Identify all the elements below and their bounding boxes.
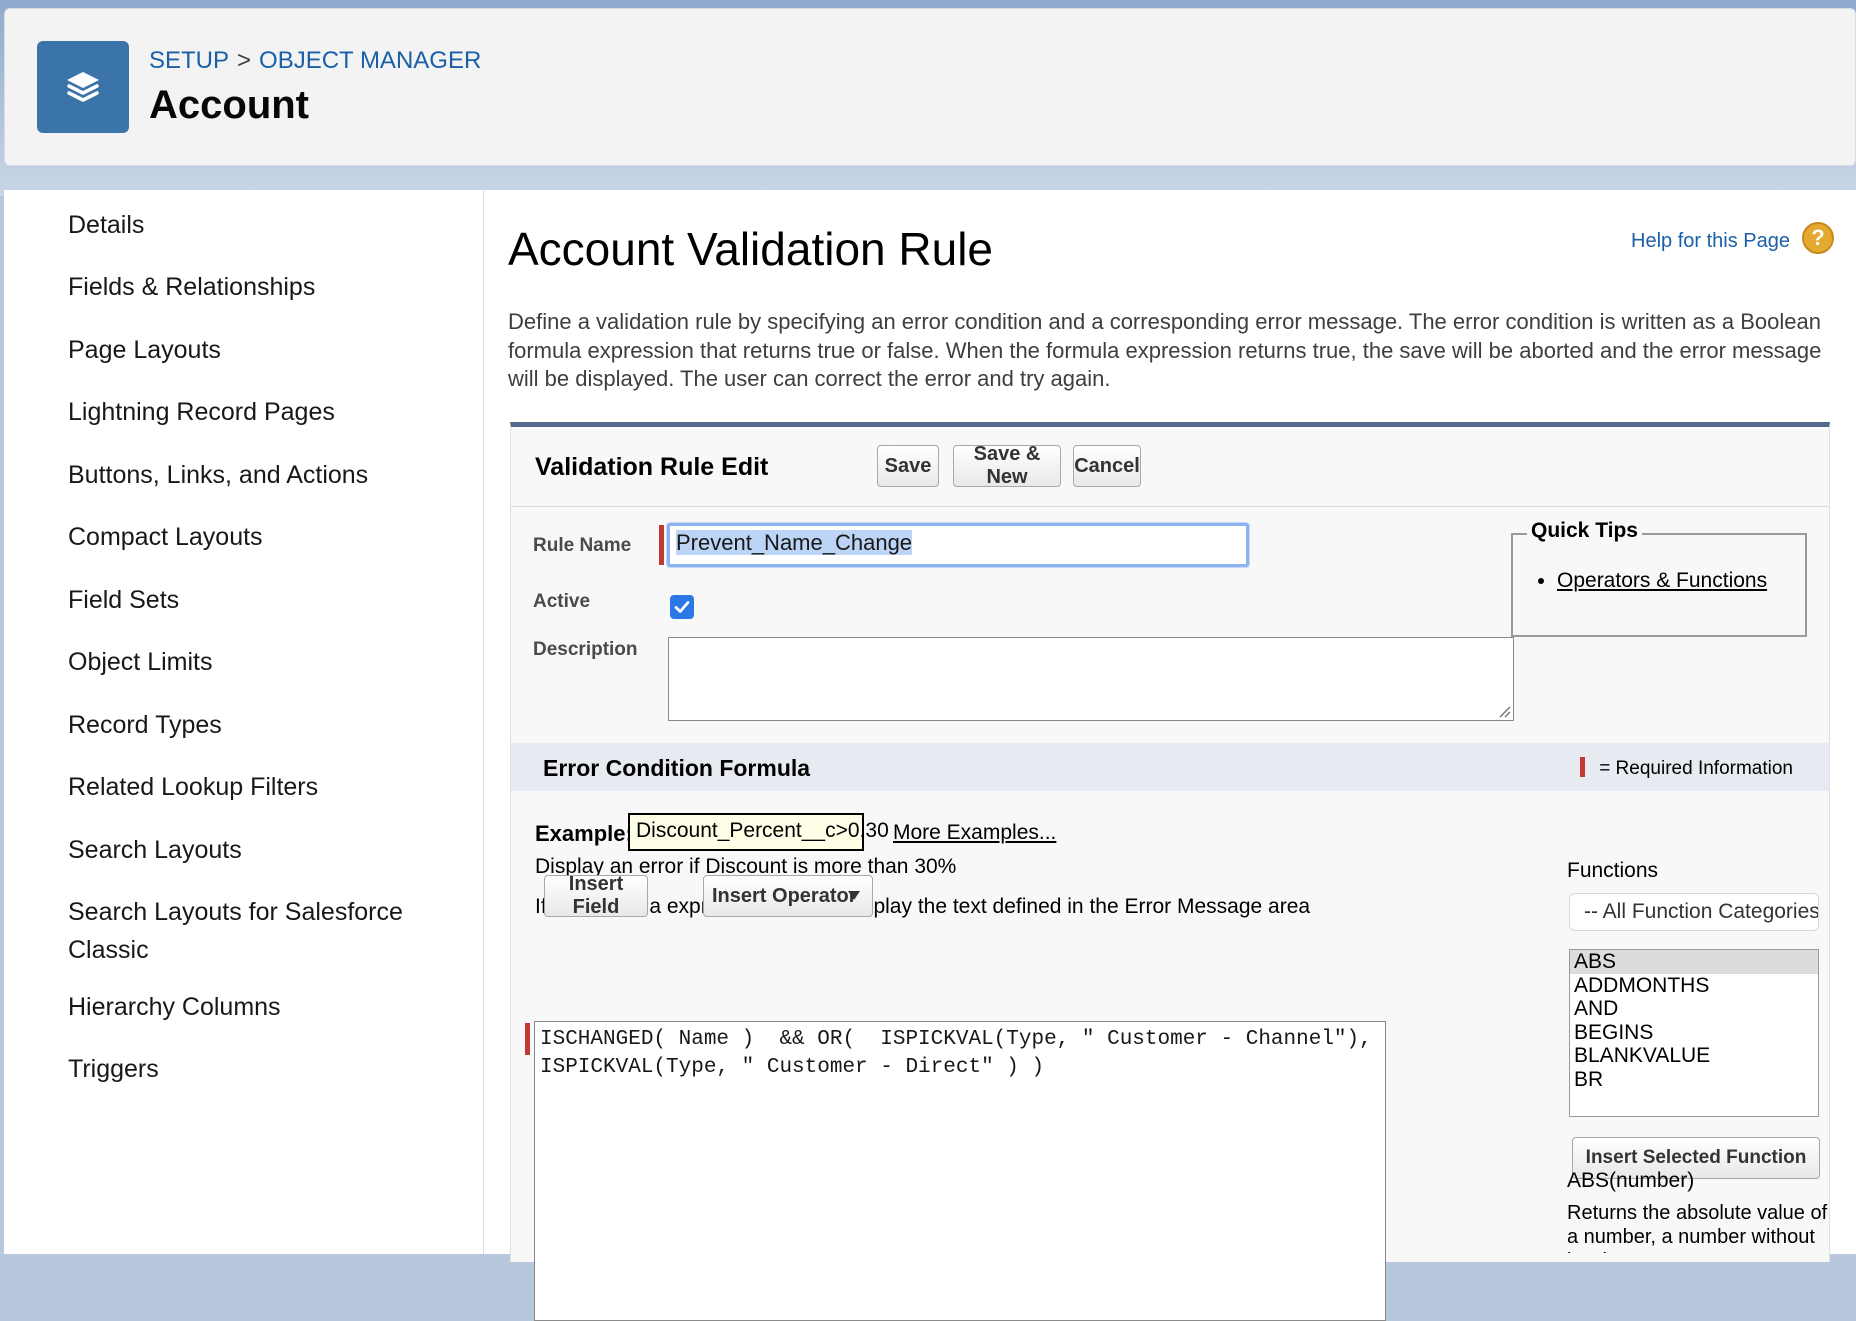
sidebar-item-fields-relationships[interactable]: Fields & Relationships (68, 268, 468, 306)
quick-tip-operators-functions[interactable]: Operators & Functions (1557, 569, 1767, 593)
validation-rule-edit-panel: Validation Rule Edit Save Save & New Can… (510, 422, 1830, 1321)
required-marker (1580, 757, 1586, 777)
panel-title: Validation Rule Edit (535, 453, 769, 481)
formula-hint-end: , display the text defined in the Error … (834, 895, 1311, 918)
required-legend-text: = Required Information (1599, 758, 1793, 779)
example-value: Discount_Percent__c>0.30 (628, 813, 889, 851)
error-condition-section-header: Error Condition Formula = Required Infor… (511, 743, 1829, 791)
rule-name-input[interactable]: Prevent_Name_Change (667, 523, 1249, 567)
quick-tips-title: Quick Tips (1527, 519, 1642, 543)
sidebar: Details Fields & Relationships Page Layo… (4, 190, 484, 1254)
sidebar-item-object-limits[interactable]: Object Limits (68, 643, 468, 681)
help-icon[interactable]: ? (1802, 222, 1834, 254)
function-signature: ABS(number) (1567, 1169, 1695, 1192)
example-label: Example: (535, 821, 633, 846)
page-title: Account Validation Rule (508, 223, 993, 275)
breadcrumb-setup[interactable]: SETUP (149, 47, 229, 74)
breadcrumb-object-manager[interactable]: OBJECT MANAGER (259, 47, 481, 74)
checkmark-icon (674, 601, 690, 613)
layers-icon (37, 41, 129, 133)
sidebar-item-record-types[interactable]: Record Types (68, 706, 468, 744)
section-title: Error Condition Formula (543, 755, 811, 781)
function-description: Returns the absolute value of a number, … (1567, 1202, 1828, 1253)
page-description: Define a validation rule by specifying a… (508, 309, 1822, 391)
resize-handle-icon[interactable] (1497, 704, 1511, 718)
help-link[interactable]: Help for this Page (1631, 230, 1790, 253)
function-category-select[interactable]: -- All Function Categories -- (1569, 893, 1819, 931)
breadcrumb-separator: > (237, 47, 252, 74)
object-title: Account (149, 83, 309, 127)
sidebar-item-lightning-record-pages[interactable]: Lightning Record Pages (68, 393, 468, 431)
insert-operator-button[interactable]: Insert Operator (703, 875, 873, 917)
insert-operator-label: Insert Operator (712, 884, 857, 907)
function-list[interactable]: ABS ADDMONTHS AND BEGINS BLANKVALUE BR (1569, 949, 1819, 1117)
active-label: Active (533, 591, 591, 612)
main-content: Account Validation Rule Help for this Pa… (484, 190, 1856, 1321)
function-option[interactable]: ADDMONTHS (1570, 974, 1818, 998)
quick-tips-box: Operators & Functions (1511, 533, 1807, 637)
function-option[interactable]: BR (1570, 1068, 1818, 1092)
sidebar-item-search-layouts-classic[interactable]: Search Layouts for Salesforce Classic (68, 893, 448, 969)
sidebar-item-field-sets[interactable]: Field Sets (68, 581, 468, 619)
formula-required-indicator (525, 1023, 530, 1055)
sidebar-item-triggers[interactable]: Triggers (68, 1050, 468, 1088)
function-option[interactable]: AND (1570, 997, 1818, 1021)
insert-field-button[interactable]: Insert Field (544, 873, 648, 918)
rule-name-label: Rule Name (533, 535, 632, 556)
object-header: SETUP > OBJECT MANAGER Account (4, 8, 1856, 166)
panel-header: Validation Rule Edit Save Save & New Can… (511, 427, 1829, 507)
description-label: Description (533, 639, 638, 660)
functions-label: Functions (1567, 859, 1659, 882)
required-indicator (659, 525, 664, 565)
required-legend: = Required Information (1580, 757, 1793, 780)
function-option[interactable]: BLANKVALUE (1570, 1044, 1818, 1068)
sidebar-item-details[interactable]: Details (68, 206, 468, 244)
sidebar-item-compact-layouts[interactable]: Compact Layouts (68, 518, 468, 556)
save-new-button[interactable]: Save & New (953, 443, 1061, 488)
more-examples-link[interactable]: More Examples... (893, 821, 1056, 845)
sidebar-item-hierarchy-columns[interactable]: Hierarchy Columns (68, 988, 468, 1026)
sidebar-item-search-layouts[interactable]: Search Layouts (68, 831, 468, 869)
formula-editor[interactable]: ISCHANGED( Name ) && OR( ISPICKVAL(Type,… (534, 1021, 1386, 1321)
sidebar-item-related-lookup-filters[interactable]: Related Lookup Filters (68, 768, 468, 806)
dropdown-arrow-icon (848, 891, 860, 900)
save-button[interactable]: Save (877, 445, 939, 487)
description-textarea[interactable] (668, 637, 1514, 721)
cancel-button[interactable]: Cancel (1073, 445, 1141, 487)
function-option[interactable]: BEGINS (1570, 1021, 1818, 1045)
rule-name-value: Prevent_Name_Change (676, 530, 913, 555)
formula-hint: If this formula expression is true, disp… (535, 895, 1310, 919)
breadcrumb: SETUP > OBJECT MANAGER (149, 47, 481, 75)
sidebar-item-buttons-links-actions[interactable]: Buttons, Links, and Actions (68, 456, 468, 494)
active-checkbox[interactable] (670, 595, 694, 619)
function-option[interactable]: ABS (1570, 950, 1818, 974)
sidebar-item-page-layouts[interactable]: Page Layouts (68, 331, 468, 369)
